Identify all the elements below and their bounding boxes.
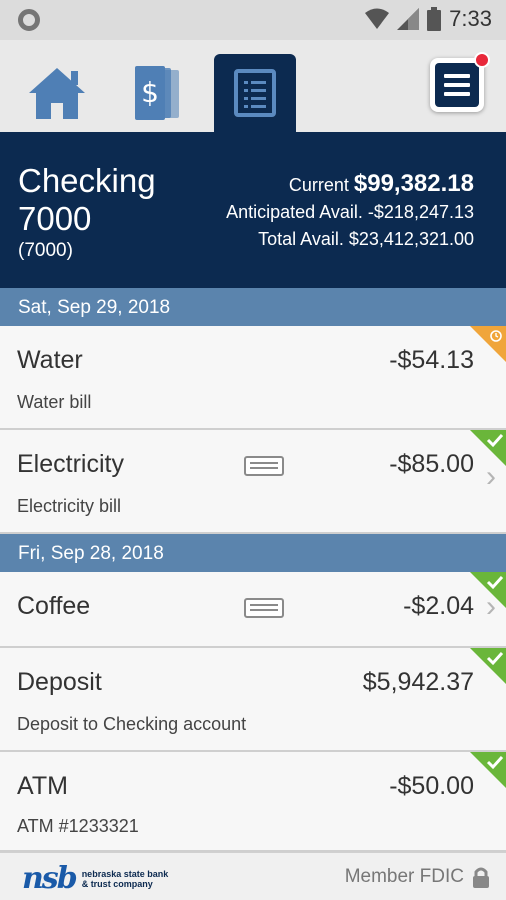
date-header: Sat, Sep 29, 2018 [0, 288, 506, 326]
transaction-amount: -$85.00 [389, 450, 474, 478]
transaction-row[interactable]: Coffee -$2.04 › [0, 572, 506, 648]
notification-badge [474, 52, 490, 68]
member-fdic-label: Member FDIC [344, 866, 464, 887]
tab-home[interactable] [16, 54, 98, 132]
transaction-description: Deposit to Checking account [17, 714, 247, 734]
transaction-amount: -$54.13 [389, 346, 474, 374]
cleared-check-icon [470, 430, 506, 466]
date-header: Fri, Sep 28, 2018 [0, 534, 506, 572]
account-header: Checking 7000 (7000) Current $99,382.18 … [0, 132, 506, 288]
transaction-name: Deposit [17, 668, 102, 696]
hamburger-icon [435, 63, 479, 107]
transaction-description: Electricity bill [17, 496, 122, 516]
total-value: $23,412,321.00 [348, 229, 474, 249]
register-icon [234, 69, 276, 117]
anticipated-balance-line: Anticipated Avail. -$218,247.13 [226, 199, 474, 226]
transaction-description: Water bill [17, 392, 92, 412]
receipt-icon[interactable] [244, 456, 284, 481]
transaction-row[interactable]: Deposit Deposit to Checking account $5,9… [0, 648, 506, 752]
notification-circle-icon [18, 9, 40, 31]
cleared-check-icon [470, 648, 506, 684]
receipt-icon[interactable] [244, 598, 284, 623]
total-label: Total Avail. [258, 229, 344, 249]
account-balances: Current $99,382.18 Anticipated Avail. -$… [226, 170, 474, 253]
transaction-row[interactable]: ATM ATM #1233321 -$50.00 [0, 752, 506, 852]
battery-icon [427, 7, 442, 31]
tab-accounts[interactable]: $ [116, 54, 198, 132]
current-value: $99,382.18 [353, 170, 474, 197]
status-bar: 7:33 [0, 0, 506, 40]
bank-logo: nsb nebraska state bank & trust company [22, 861, 168, 896]
anticipated-label: Anticipated Avail. [226, 202, 363, 222]
lock-icon [473, 867, 489, 888]
transaction-amount: -$50.00 [389, 772, 474, 800]
wifi-icon [365, 8, 390, 29]
transaction-description: ATM #1233321 [17, 816, 139, 836]
status-icons: 7:33 [365, 6, 492, 32]
transaction-amount: $5,942.37 [362, 668, 474, 696]
transaction-row[interactable]: Water Water bill -$54.13 [0, 326, 506, 430]
tab-transactions[interactable] [214, 54, 296, 132]
cleared-check-icon [470, 752, 506, 788]
transaction-name: Coffee [17, 592, 91, 620]
menu-button[interactable] [430, 52, 490, 112]
svg-text:$: $ [141, 76, 159, 109]
signal-icon [397, 8, 420, 30]
transaction-name: Water [17, 346, 83, 374]
account-name: Checking 7000 [18, 162, 156, 237]
current-label: Current [288, 175, 349, 195]
transaction-amount: -$2.04 [403, 592, 474, 620]
home-icon [29, 68, 85, 119]
logo-text: nebraska state bank & trust company [82, 869, 169, 889]
account-number: (7000) [18, 240, 73, 261]
logo-line-2: & trust company [81, 878, 153, 889]
pending-status-icon [470, 326, 506, 362]
clock: 7:33 [449, 6, 492, 31]
total-balance-line: Total Avail. $23,412,321.00 [226, 226, 474, 253]
logo-line-1: nebraska state bank [81, 868, 169, 879]
transaction-row[interactable]: Electricity Electricity bill -$85.00 › [0, 430, 506, 534]
anticipated-value: -$218,247.13 [367, 202, 474, 222]
footer: nsb nebraska state bank & trust company … [0, 852, 506, 900]
cleared-check-icon [470, 572, 506, 608]
transaction-name: Electricity [17, 450, 124, 478]
logo-mark: nsb [22, 861, 78, 896]
transaction-name: ATM [17, 772, 68, 800]
member-fdic: Member FDIC [345, 866, 490, 888]
dollar-cards-icon: $ [135, 66, 179, 120]
current-balance-line: Current $99,382.18 [226, 170, 474, 199]
nav-bar: $ [0, 40, 506, 132]
